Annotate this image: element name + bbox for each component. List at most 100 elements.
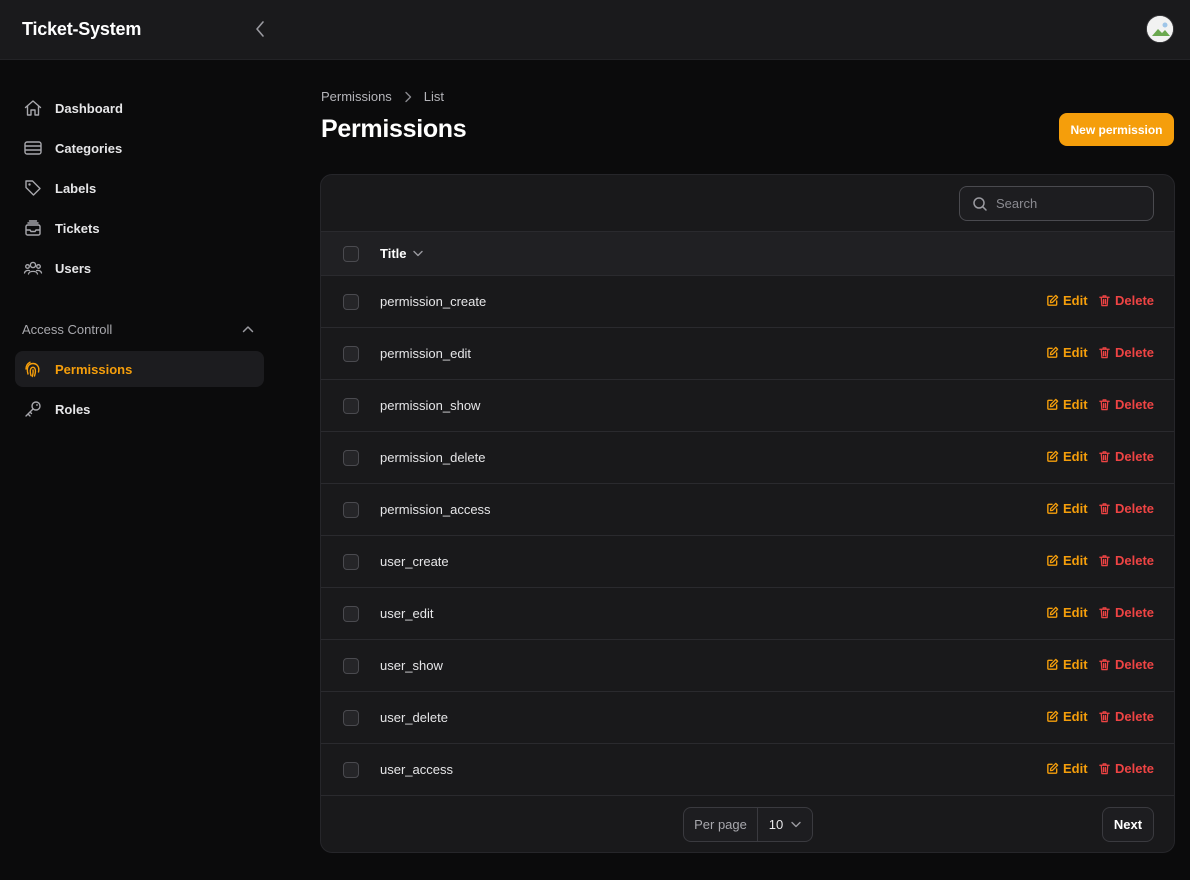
inbox-stack-icon bbox=[23, 218, 43, 238]
sidebar-item-dashboard[interactable]: Dashboard bbox=[15, 90, 264, 126]
per-page-value: 10 bbox=[768, 817, 784, 832]
pencil-square-icon bbox=[1046, 398, 1059, 411]
avatar[interactable] bbox=[1146, 15, 1174, 43]
search-field[interactable] bbox=[959, 186, 1154, 221]
collapse-sidebar-button[interactable] bbox=[250, 19, 270, 39]
chevron-up-icon bbox=[242, 326, 254, 333]
row-checkbox[interactable] bbox=[343, 398, 359, 414]
delete-button[interactable]: Delete bbox=[1098, 709, 1154, 724]
chevron-right-icon bbox=[404, 91, 412, 103]
permissions-table-card: Title permission_createEditDeletepermiss… bbox=[320, 174, 1175, 853]
delete-button[interactable]: Delete bbox=[1098, 605, 1154, 620]
table-row[interactable]: permission_edit Edit Delete bbox=[321, 328, 1174, 380]
edit-label: Edit bbox=[1063, 501, 1088, 516]
edit-label: Edit bbox=[1063, 553, 1088, 568]
table-row[interactable]: user_create Edit Delete bbox=[321, 536, 1174, 588]
trash-icon bbox=[1098, 502, 1111, 515]
table-row[interactable]: permission_show Edit Delete bbox=[321, 380, 1174, 432]
table-row[interactable]: user_delete Edit Delete bbox=[321, 692, 1174, 744]
delete-button[interactable]: Delete bbox=[1098, 657, 1154, 672]
delete-button[interactable]: Delete bbox=[1098, 345, 1154, 360]
trash-icon bbox=[1098, 710, 1111, 723]
row-checkbox[interactable] bbox=[343, 658, 359, 674]
pencil-square-icon bbox=[1046, 346, 1059, 359]
breadcrumb-item-list: List bbox=[423, 89, 445, 104]
table-row[interactable]: user_access Edit Delete bbox=[321, 744, 1174, 796]
column-header-title[interactable]: Title bbox=[380, 246, 423, 261]
nav-group-toggle[interactable] bbox=[240, 321, 256, 337]
row-checkbox[interactable] bbox=[343, 294, 359, 310]
edit-button[interactable]: Edit bbox=[1046, 605, 1088, 620]
table-row[interactable]: permission_delete Edit Delete bbox=[321, 432, 1174, 484]
next-page-button[interactable]: Next bbox=[1102, 807, 1154, 842]
delete-label: Delete bbox=[1115, 761, 1155, 776]
row-checkbox[interactable] bbox=[343, 710, 359, 726]
breadcrumb-item-permissions[interactable]: Permissions bbox=[321, 89, 392, 104]
sidebar-item-label: Permissions bbox=[55, 361, 133, 377]
table-row[interactable]: permission_create Edit Delete bbox=[321, 276, 1174, 328]
search-icon bbox=[973, 196, 987, 211]
trash-icon bbox=[1098, 346, 1111, 359]
sidebar-item-label: Tickets bbox=[55, 220, 100, 236]
sidebar: Dashboard Categories Labels Tickets User… bbox=[0, 60, 280, 880]
delete-button[interactable]: Delete bbox=[1098, 449, 1154, 464]
delete-button[interactable]: Delete bbox=[1098, 293, 1154, 308]
delete-button[interactable]: Delete bbox=[1098, 761, 1154, 776]
sidebar-item-users[interactable]: Users bbox=[15, 250, 264, 286]
chevron-down-icon bbox=[791, 821, 801, 828]
select-all-checkbox[interactable] bbox=[343, 246, 359, 262]
pencil-square-icon bbox=[1046, 606, 1059, 619]
permission-title: permission_create bbox=[380, 294, 487, 309]
tag-icon bbox=[23, 178, 43, 198]
row-checkbox[interactable] bbox=[343, 450, 359, 466]
sidebar-item-label: Dashboard bbox=[55, 100, 123, 116]
sidebar-item-categories[interactable]: Categories bbox=[15, 130, 264, 166]
edit-button[interactable]: Edit bbox=[1046, 449, 1088, 464]
edit-button[interactable]: Edit bbox=[1046, 501, 1088, 516]
row-checkbox[interactable] bbox=[343, 606, 359, 622]
table-row[interactable]: user_edit Edit Delete bbox=[321, 588, 1174, 640]
per-page-select[interactable]: 10 bbox=[758, 817, 812, 832]
delete-label: Delete bbox=[1115, 605, 1155, 620]
delete-label: Delete bbox=[1115, 449, 1155, 464]
top-bar: Ticket-System bbox=[0, 0, 1190, 60]
pencil-square-icon bbox=[1046, 554, 1059, 567]
edit-button[interactable]: Edit bbox=[1046, 345, 1088, 360]
delete-label: Delete bbox=[1115, 501, 1155, 516]
key-icon bbox=[23, 399, 43, 419]
pencil-square-icon bbox=[1046, 502, 1059, 515]
table-row[interactable]: permission_access Edit Delete bbox=[321, 484, 1174, 536]
delete-button[interactable]: Delete bbox=[1098, 397, 1154, 412]
permission-title: permission_access bbox=[380, 502, 491, 517]
brand-title[interactable]: Ticket-System bbox=[22, 19, 141, 40]
edit-label: Edit bbox=[1063, 397, 1088, 412]
breadcrumb: Permissions List bbox=[321, 89, 444, 104]
sidebar-item-label: Roles bbox=[55, 401, 91, 417]
row-checkbox[interactable] bbox=[343, 346, 359, 362]
permission-title: user_show bbox=[380, 658, 443, 673]
permission-title: user_create bbox=[380, 554, 449, 569]
sidebar-item-permissions[interactable]: Permissions bbox=[15, 351, 264, 387]
sidebar-item-label: Labels bbox=[55, 180, 97, 196]
trash-icon bbox=[1098, 554, 1111, 567]
new-permission-button[interactable]: New permission bbox=[1059, 113, 1174, 146]
delete-button[interactable]: Delete bbox=[1098, 501, 1154, 516]
sidebar-item-tickets[interactable]: Tickets bbox=[15, 210, 264, 246]
delete-button[interactable]: Delete bbox=[1098, 553, 1154, 568]
row-checkbox[interactable] bbox=[343, 502, 359, 518]
edit-button[interactable]: Edit bbox=[1046, 657, 1088, 672]
delete-label: Delete bbox=[1115, 293, 1155, 308]
row-checkbox[interactable] bbox=[343, 554, 359, 570]
sidebar-item-roles[interactable]: Roles bbox=[15, 391, 264, 427]
table-row[interactable]: user_show Edit Delete bbox=[321, 640, 1174, 692]
row-checkbox[interactable] bbox=[343, 762, 359, 778]
permission-title: user_access bbox=[380, 762, 453, 777]
sidebar-item-labels[interactable]: Labels bbox=[15, 170, 264, 206]
edit-button[interactable]: Edit bbox=[1046, 761, 1088, 776]
edit-button[interactable]: Edit bbox=[1046, 293, 1088, 308]
edit-button[interactable]: Edit bbox=[1046, 397, 1088, 412]
search-input[interactable] bbox=[996, 196, 1146, 211]
edit-button[interactable]: Edit bbox=[1046, 553, 1088, 568]
delete-label: Delete bbox=[1115, 397, 1155, 412]
edit-button[interactable]: Edit bbox=[1046, 709, 1088, 724]
